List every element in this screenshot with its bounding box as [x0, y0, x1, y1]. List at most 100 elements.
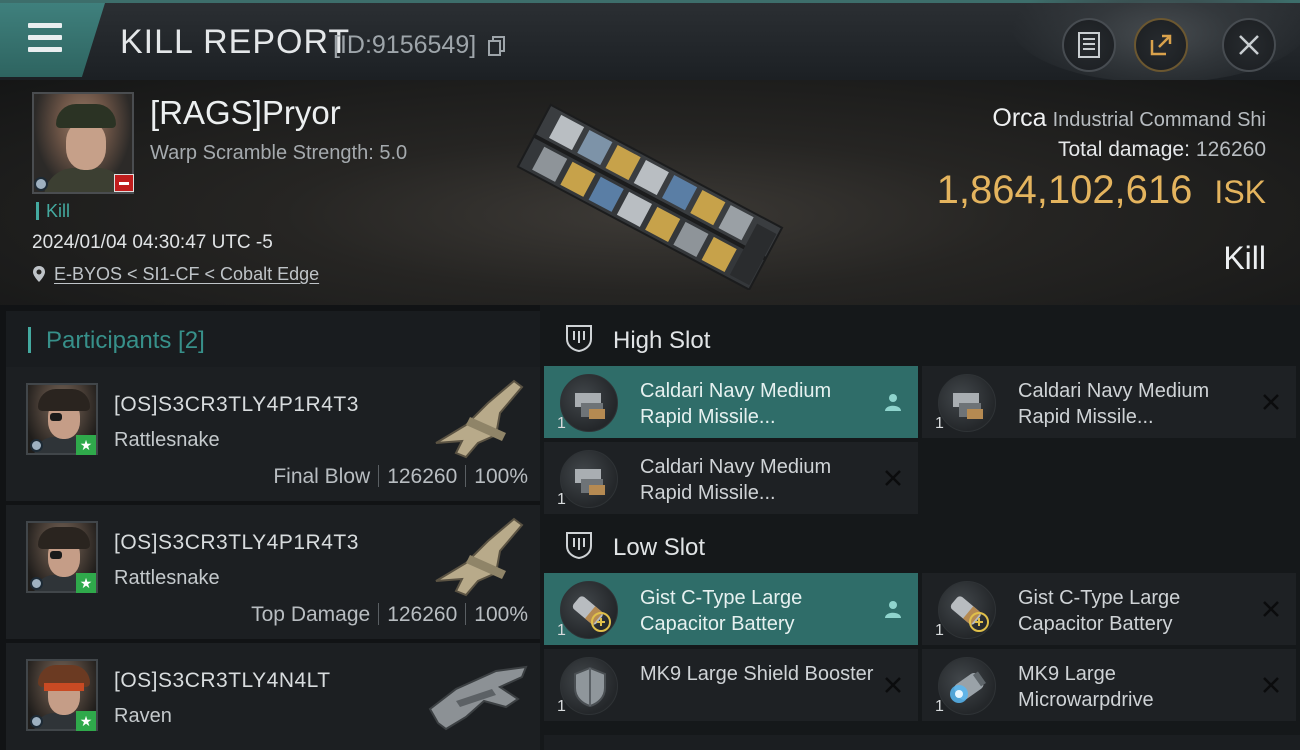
page-title: KILL REPORT	[120, 23, 351, 61]
document-icon	[1078, 32, 1100, 58]
close-button[interactable]	[1222, 18, 1276, 72]
ship-name-text: Orca	[992, 104, 1047, 132]
raven-ship-icon	[428, 665, 528, 731]
participants-title: Participants [2]	[46, 327, 205, 354]
shield-booster-icon	[560, 657, 618, 715]
missile-launcher-icon	[938, 374, 996, 432]
total-damage: Total damage: 126260	[1058, 138, 1266, 162]
participant-name: [OS]S3CR3TLY4N4LT	[114, 669, 331, 692]
avatar-eyepatch	[50, 551, 62, 559]
report-button[interactable]	[1062, 18, 1116, 72]
participant-role: Top Damage	[251, 603, 371, 626]
participant-row[interactable]: ★ [OS]S3CR3TLY4N4LT Raven	[6, 643, 540, 750]
module-quantity: 1	[557, 491, 566, 508]
high-slot-icon	[566, 325, 592, 353]
module-name: Gist C-Type Large Capacitor Battery	[640, 587, 803, 635]
star-badge-icon: ★	[76, 435, 96, 455]
participant-stats: Final Blow 126260 100%	[273, 465, 528, 489]
rattlesnake-ship-icon	[435, 517, 524, 597]
copy-icon[interactable]	[488, 36, 506, 56]
capacitor-battery-icon	[560, 581, 618, 639]
module-quantity: 1	[935, 415, 944, 432]
ship-class-text: Industrial Command Shi	[1052, 109, 1266, 131]
module-name: Caldari Navy Medium Rapid Missile...	[640, 456, 832, 504]
close-icon[interactable]	[884, 469, 902, 487]
capacitor-battery-icon	[938, 581, 996, 639]
participant-name: [OS]S3CR3TLY4P1R4T3	[114, 393, 359, 416]
corp-token-icon	[30, 439, 43, 452]
participant-name: [OS]S3CR3TLY4P1R4T3	[114, 531, 359, 554]
module-item[interactable]: 1 Caldari Navy Medium Rapid Missile...	[922, 366, 1296, 438]
module-item[interactable]: 1 Caldari Navy Medium Rapid Missile...	[544, 366, 918, 438]
isk-value-row: 1,864,102,616 ISK	[937, 168, 1266, 213]
warp-scramble-info: Warp Scramble Strength: 5.0	[150, 142, 408, 164]
participant-row[interactable]: ★ [OS]S3CR3TLY4P1R4T3 Rattlesnake Top Da…	[6, 505, 540, 639]
high-slot-header: High Slot	[544, 309, 1300, 365]
portrait-cap	[56, 104, 116, 128]
pilot-icon[interactable]	[884, 600, 902, 618]
module-quantity: 1	[557, 622, 566, 639]
missile-launcher-icon	[560, 450, 618, 508]
star-badge-icon: ★	[76, 573, 96, 593]
stat-divider	[378, 465, 380, 487]
victim-ship-image	[516, 103, 784, 290]
corp-token-icon	[30, 715, 43, 728]
kill-id: [ID:9156549]	[333, 31, 477, 59]
participant-ship: Raven	[114, 705, 172, 727]
stat-divider	[465, 603, 467, 625]
kill-location[interactable]: E-BYOS < SI1-CF < Cobalt Edge	[32, 264, 319, 285]
hamburger-line	[28, 23, 62, 28]
module-item[interactable]: 1 Gist C-Type Large Capacitor Battery	[544, 573, 918, 645]
high-slot-title: High Slot	[613, 327, 711, 354]
module-quantity: 1	[557, 698, 566, 715]
close-icon[interactable]	[884, 676, 902, 694]
menu-button[interactable]	[0, 3, 105, 77]
module-name: Caldari Navy Medium Rapid Missile...	[1018, 380, 1210, 428]
participants-panel: Participants [2] ★ [OS]S3CR3TLY4P1R4T3 R…	[0, 305, 540, 750]
participant-role: Final Blow	[273, 465, 371, 488]
share-button[interactable]	[1134, 18, 1188, 72]
location-pin-icon	[33, 266, 45, 282]
isk-unit: ISK	[1214, 174, 1266, 210]
isk-value: 1,864,102,616	[936, 168, 1193, 212]
share-icon	[1150, 34, 1172, 56]
participant-percent: 100%	[474, 465, 528, 488]
corp-token-icon	[34, 177, 48, 191]
corp-token-icon	[30, 577, 43, 590]
avatar-hair	[38, 527, 90, 549]
participant-percent: 100%	[474, 603, 528, 626]
kill-type-tag: Kill	[36, 202, 70, 220]
module-name: MK9 Large Shield Booster	[640, 663, 874, 685]
avatar-eyepatch	[50, 413, 62, 421]
star-badge-icon: ★	[76, 711, 96, 731]
victim-ship-name: Orca Industrial Command Shi	[992, 104, 1266, 133]
kill-result: Kill	[1223, 240, 1266, 276]
module-name: MK9 Large Microwarpdrive	[1018, 663, 1154, 711]
low-slot-title: Low Slot	[613, 534, 706, 561]
victim-banner: [RAGS]Pryor Warp Scramble Strength: 5.0 …	[0, 80, 1300, 305]
stat-divider	[465, 465, 467, 487]
participant-ship: Rattlesnake	[114, 429, 220, 451]
location-link[interactable]: E-BYOS < SI1-CF < Cobalt Edge	[54, 264, 319, 284]
close-icon	[1239, 35, 1259, 55]
participant-damage: 126260	[387, 465, 458, 488]
module-item[interactable]: 1 MK9 Large Microwarpdrive	[922, 649, 1296, 721]
module-item[interactable]: 1 Gist C-Type Large Capacitor Battery	[922, 573, 1296, 645]
low-slot-icon	[566, 532, 592, 560]
close-icon[interactable]	[1262, 393, 1280, 411]
missile-launcher-icon	[560, 374, 618, 432]
rattlesnake-ship-icon	[435, 379, 524, 459]
module-quantity: 1	[935, 698, 944, 715]
participant-ship: Rattlesnake	[114, 567, 220, 589]
victim-name: [RAGS]Pryor	[150, 94, 341, 131]
hostile-badge-icon	[114, 174, 134, 192]
low-slot-header: Low Slot	[544, 516, 1300, 572]
module-item[interactable]: 1 MK9 Large Shield Booster	[544, 649, 918, 721]
participant-row[interactable]: ★ [OS]S3CR3TLY4P1R4T3 Rattlesnake Final …	[6, 367, 540, 501]
close-icon[interactable]	[1262, 676, 1280, 694]
pilot-icon[interactable]	[884, 393, 902, 411]
module-item[interactable]: 1 Caldari Navy Medium Rapid Missile...	[544, 442, 918, 514]
microwarpdrive-icon	[938, 657, 996, 715]
hamburger-line	[28, 35, 62, 40]
close-icon[interactable]	[1262, 600, 1280, 618]
